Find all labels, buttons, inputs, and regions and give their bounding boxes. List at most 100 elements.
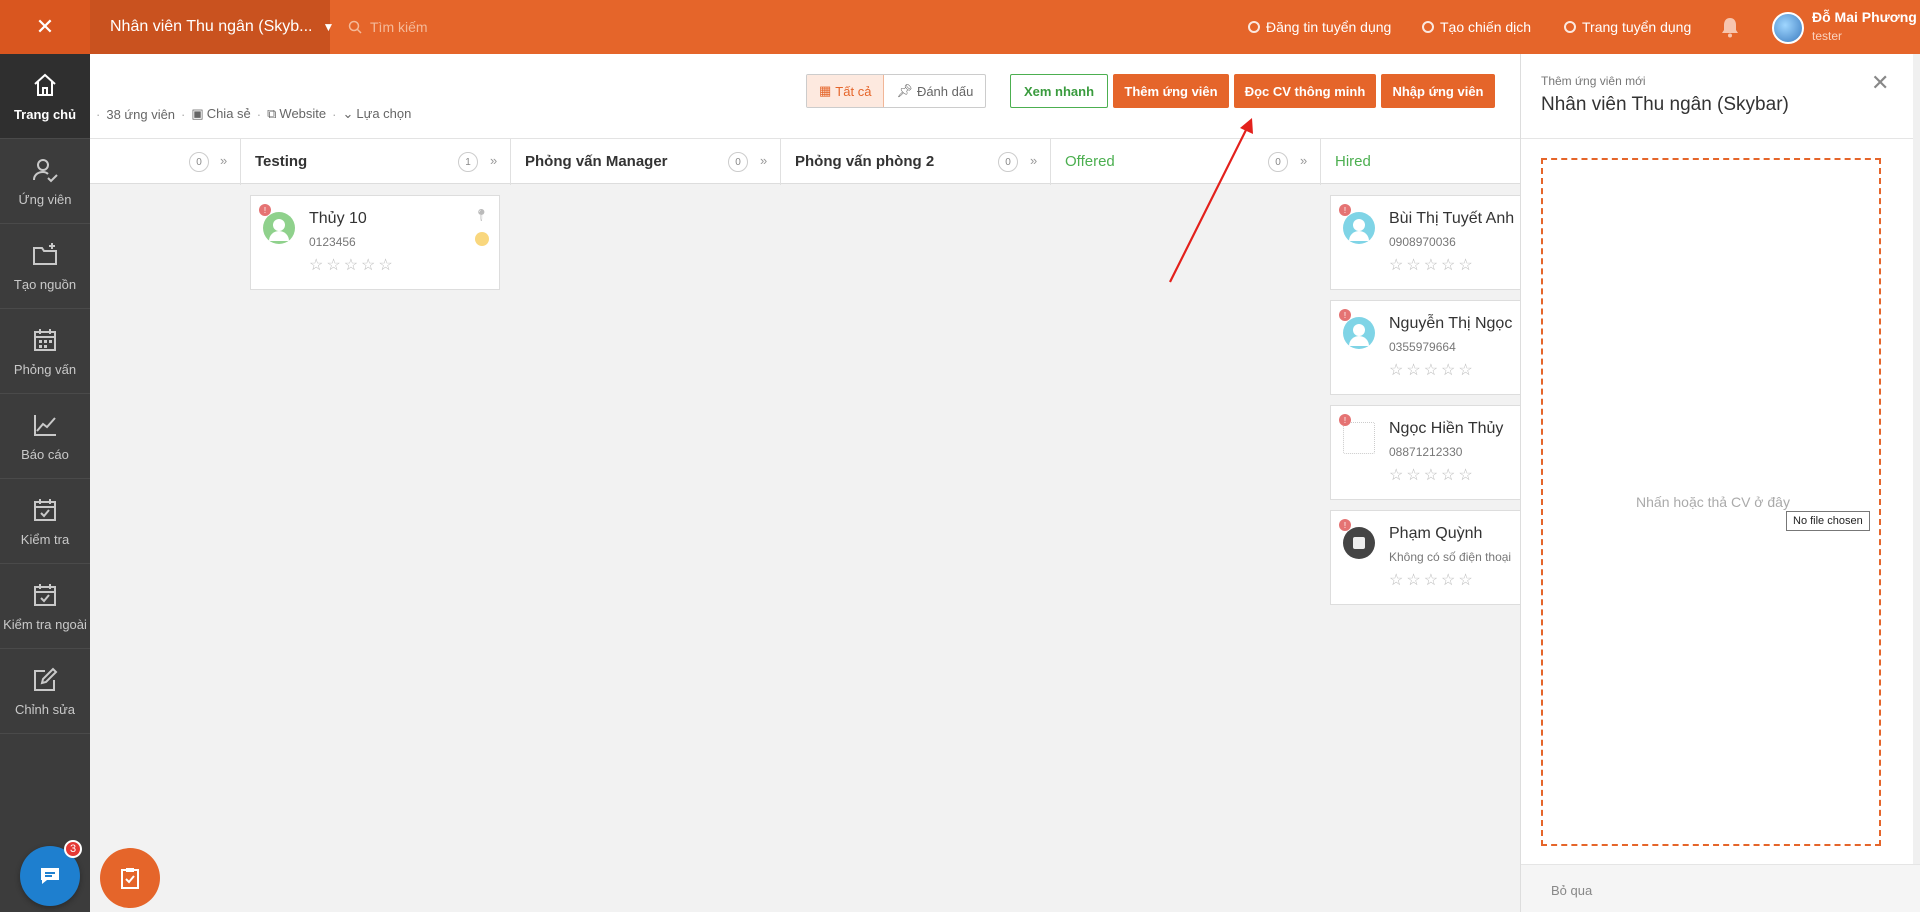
stage-testing[interactable]: Testing — [255, 153, 307, 170]
candidate-name[interactable]: Bùi Thị Tuyết Anh — [1389, 210, 1514, 228]
candidate-card[interactable]: ! Thủy 10 0123456 ☆☆☆☆☆ 📍︎ — [250, 195, 500, 290]
candidate-name[interactable]: Nguyễn Thị Ngọc — [1389, 315, 1512, 333]
avatar — [1343, 212, 1375, 244]
panel-divider — [1521, 138, 1920, 139]
menu-create-campaign-label: Tạo chiến dịch — [1440, 19, 1532, 35]
chevron-right-icon[interactable]: » — [1030, 153, 1037, 168]
separator-dot: · — [96, 106, 101, 122]
filter-marked-button[interactable]: 📌︎ Đánh dấu — [884, 75, 985, 107]
sidebar-item-reports[interactable]: Báo cáo — [0, 394, 90, 479]
options-dropdown[interactable]: ⌄ Lựa chọn — [342, 106, 411, 122]
chevron-right-icon[interactable]: » — [760, 153, 767, 168]
owner-badge-icon — [475, 232, 489, 246]
candidate-name[interactable]: Ngọc Hiền Thủy — [1389, 420, 1503, 438]
share-label: Chia sẻ — [206, 106, 251, 121]
chat-icon — [41, 868, 59, 884]
share-link[interactable]: ▣ Chia sẻ — [191, 106, 250, 122]
cv-dropzone[interactable]: Nhấn hoặc thả CV ở đây No file chosen — [1541, 158, 1881, 846]
job-selector[interactable]: Nhân viên Thu ngân (Skyb... ▼ — [90, 0, 334, 54]
rating-stars[interactable]: ☆☆☆☆☆ — [1389, 255, 1476, 275]
broken-image-icon — [1343, 422, 1375, 454]
toolbar: · 38 ứng viên · ▣ Chia sẻ · ⧉ Website · ⌄ L… — [90, 54, 1520, 138]
facebook-icon: ▣ — [191, 106, 204, 121]
candidate-card[interactable]: ! Nguyễn Thị Ngọc 0355979664 ☆☆☆☆☆ — [1330, 300, 1530, 395]
search-box[interactable]: Tìm kiếm — [348, 0, 428, 54]
view-filter: ▦ Tất cả 📌︎ Đánh dấu — [806, 74, 987, 108]
home-icon — [34, 73, 56, 96]
avatar — [1343, 527, 1375, 559]
options-label: Lựa chọn — [356, 106, 412, 121]
candidate-card[interactable]: ! Bùi Thị Tuyết Anh 0908970036 ☆☆☆☆☆ — [1330, 195, 1530, 290]
avatar — [1343, 317, 1375, 349]
close-icon[interactable]: ✕ — [1871, 70, 1889, 96]
filter-all-label: Tất cả — [835, 83, 872, 99]
new-badge-icon: ! — [1339, 414, 1351, 426]
menu-create-campaign[interactable]: Tạo chiến dịch — [1422, 0, 1531, 54]
line-chart-icon — [34, 414, 56, 436]
sidebar-item-home[interactable]: Trang chủ — [0, 54, 90, 139]
pin-icon[interactable]: 📍︎ — [474, 208, 489, 222]
chevron-right-icon[interactable]: » — [490, 153, 497, 168]
menu-career-page[interactable]: Trang tuyển dụng — [1564, 0, 1691, 54]
menu-career-page-label: Trang tuyển dụng — [1582, 19, 1692, 35]
file-tooltip: No file chosen — [1786, 511, 1870, 531]
stage-count: 0 — [728, 152, 748, 172]
separator-dot: · — [332, 106, 337, 122]
clipboard-check-icon — [121, 868, 139, 889]
skip-button[interactable]: Bỏ qua — [1551, 883, 1592, 898]
chevron-right-icon[interactable]: » — [220, 153, 227, 168]
edit-icon — [34, 667, 58, 691]
candidate-card[interactable]: ! Ngọc Hiền Thủy 08871212330 ☆☆☆☆☆ — [1330, 405, 1530, 500]
rating-stars[interactable]: ☆☆☆☆☆ — [309, 255, 396, 275]
website-label: Website — [279, 106, 327, 121]
import-candidates-button[interactable]: Nhập ứng viên — [1381, 74, 1495, 108]
sidebar-item-edit[interactable]: Chỉnh sửa — [0, 649, 90, 734]
sidebar-item-interview[interactable]: Phỏng vấn — [0, 309, 90, 394]
stage-divider — [1320, 139, 1321, 185]
candidate-phone: Không có số điện thoại — [1389, 550, 1512, 564]
search-placeholder: Tìm kiếm — [370, 19, 428, 35]
smart-cv-button[interactable]: Đọc CV thông minh — [1234, 74, 1376, 108]
plus-circle-icon — [1422, 21, 1434, 33]
stage-divider — [780, 139, 781, 185]
stage-hired[interactable]: Hired — [1335, 153, 1371, 170]
stage-divider — [510, 139, 511, 185]
task-button[interactable] — [100, 848, 160, 908]
stage-interview-manager[interactable]: Phỏng vấn Manager — [525, 153, 668, 170]
rating-stars[interactable]: ☆☆☆☆☆ — [1389, 570, 1476, 590]
website-link[interactable]: ⧉ Website — [267, 106, 326, 122]
top-bar: ✕ Nhân viên Thu ngân (Skyb... ▼ Tìm kiếm… — [0, 0, 1920, 54]
search-icon — [348, 20, 362, 34]
panel-title: Nhân viên Thu ngân (Skybar) — [1541, 94, 1789, 115]
bell-icon[interactable] — [1720, 16, 1740, 38]
sidebar-item-label: Trang chủ — [13, 106, 77, 122]
stage-interview-room-2[interactable]: Phỏng vấn phòng 2 — [795, 153, 934, 170]
user-role: tester — [1812, 29, 1843, 43]
rating-stars[interactable]: ☆☆☆☆☆ — [1389, 465, 1476, 485]
user-name[interactable]: Đỗ Mai Phương — [1812, 9, 1917, 25]
candidate-card[interactable]: ! Phạm Quỳnh Không có số điện thoại ☆☆☆☆… — [1330, 510, 1530, 605]
new-badge-icon: ! — [1339, 309, 1351, 321]
chevron-down-icon: ⌄ — [342, 106, 354, 121]
scrollbar[interactable] — [1913, 54, 1920, 864]
candidate-name[interactable]: Thủy 10 — [309, 210, 367, 228]
close-icon[interactable]: ✕ — [0, 0, 90, 54]
candidate-name[interactable]: Phạm Quỳnh — [1389, 525, 1482, 543]
add-candidate-button[interactable]: Thêm ứng viên — [1113, 74, 1229, 108]
chat-badge: 3 — [64, 840, 82, 858]
quick-view-button[interactable]: Xem nhanh — [1010, 74, 1108, 108]
filter-all-button[interactable]: ▦ Tất cả — [807, 75, 885, 107]
avatar[interactable] — [1772, 12, 1804, 44]
chevron-right-icon[interactable]: » — [1300, 153, 1307, 168]
new-badge-icon: ! — [259, 204, 271, 216]
menu-post-job-label: Đăng tin tuyển dụng — [1266, 19, 1392, 35]
menu-post-job[interactable]: Đăng tin tuyển dụng — [1248, 0, 1391, 54]
rating-stars[interactable]: ☆☆☆☆☆ — [1389, 360, 1476, 380]
sidebar-item-external-tests[interactable]: Kiểm tra ngoài — [0, 564, 90, 649]
sidebar-item-candidates[interactable]: Ứng viên — [0, 139, 90, 224]
sidebar-item-sourcing[interactable]: Tạo nguồn — [0, 224, 90, 309]
chevron-down-icon: ▼ — [322, 20, 335, 34]
stage-offered[interactable]: Offered — [1065, 153, 1115, 170]
sidebar-item-tests[interactable]: Kiểm tra — [0, 479, 90, 564]
job-selector-label: Nhân viên Thu ngân (Skyb... — [110, 18, 313, 35]
